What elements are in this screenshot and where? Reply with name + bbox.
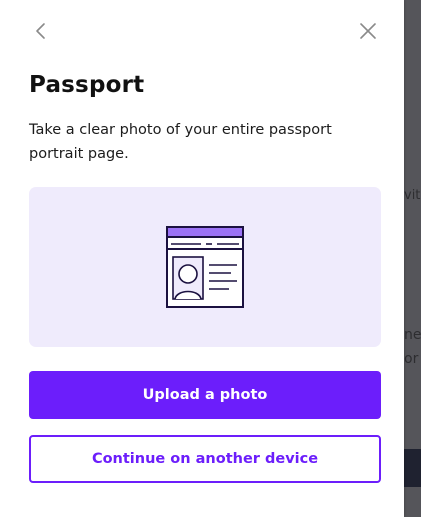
close-icon <box>360 23 376 39</box>
passport-illustration <box>29 187 381 347</box>
background-text: or <box>404 351 419 367</box>
background-text: vith <box>404 188 421 203</box>
passport-icon <box>166 226 244 308</box>
passport-modal: Passport Take a clear photo of your enti… <box>0 0 404 517</box>
back-button[interactable] <box>29 19 53 43</box>
page-title: Passport <box>29 72 145 98</box>
background-bar <box>404 449 421 487</box>
instruction-text: Take a clear photo of your entire passpo… <box>29 122 332 162</box>
continue-another-device-button[interactable]: Continue on another device <box>29 435 381 483</box>
upload-photo-button[interactable]: Upload a photo <box>29 371 381 419</box>
chevron-left-icon <box>36 23 45 39</box>
background-text: ne <box>404 327 421 343</box>
close-button[interactable] <box>356 19 380 43</box>
